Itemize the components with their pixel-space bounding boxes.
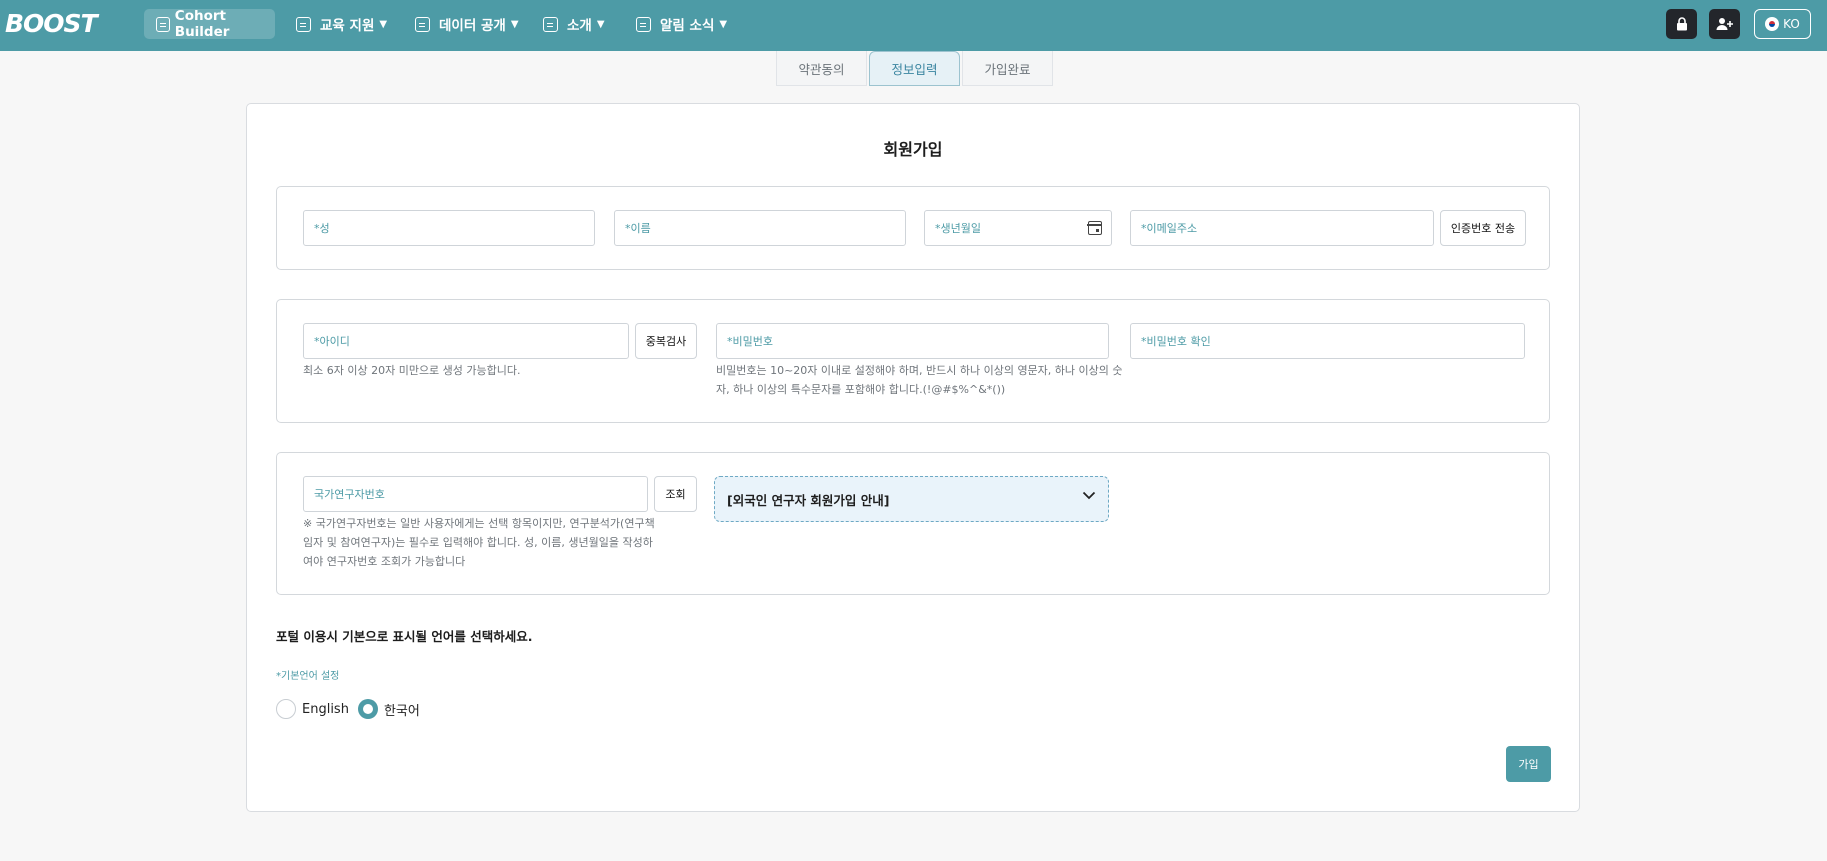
chevron-down-icon: ▼ [379, 18, 388, 30]
password-confirm-field[interactable]: *비밀번호 확인 [1130, 323, 1525, 359]
radio-korean-label[interactable]: 한국어 [384, 700, 420, 719]
first-name-field[interactable]: *이름 [614, 210, 906, 246]
researcher-hint-line1: ※ 국가연구자번호는 일반 사용자에게는 선택 항목이지만, 연구분석가(연구책 [303, 517, 655, 530]
radio-english[interactable] [276, 699, 296, 719]
nav-menu-news-label: 알림 소식 [660, 18, 715, 34]
chart-icon [543, 16, 558, 32]
chevron-down-icon: ▼ [510, 18, 519, 30]
step-terms: 약관동의 [776, 51, 867, 86]
cohort-icon [156, 16, 170, 32]
nav-cohort-label: Cohort Builder [174, 8, 230, 40]
data-icon [415, 16, 430, 32]
nav-menu-news[interactable]: 알림 소식 ▼ [636, 9, 727, 39]
page-title: 회원가입 [883, 140, 943, 159]
signup-steps: 약관동의 정보입력 가입완료 [776, 51, 1053, 86]
education-icon [296, 16, 311, 32]
radio-korean[interactable] [357, 699, 378, 719]
password-hint-line2: 자, 하나 이상의 특수문자를 포함해야 합니다.(!@#$%^&*()) [716, 383, 1006, 396]
step-info: 정보입력 [869, 51, 960, 86]
last-name-field[interactable]: *성 [303, 210, 595, 246]
language-setting-label: *기본언어 설정 [276, 671, 340, 682]
email-field[interactable]: *이메일주소 [1130, 210, 1434, 246]
password-field[interactable]: *비밀번호 [716, 323, 1109, 359]
foreign-guide-label: [외국인 연구자 회원가입 안내] [727, 492, 890, 508]
nav-menu-about-label: 소개 [567, 18, 592, 34]
birth-date-placeholder: *생년월일 [935, 222, 981, 235]
nav-menu-data-label: 데이터 공개 [439, 18, 506, 34]
password-hint: 비밀번호는 10~20자 이내로 설정해야 하며, 반드시 하나 이상의 영문자… [716, 361, 1136, 399]
foreign-researcher-guide-toggle[interactable]: [외국인 연구자 회원가입 안내] [714, 476, 1109, 522]
signup-card: 회원가입 *성 *이름 *생년월일 *이메일주소 인증번호 전송 *아이디 중복… [246, 103, 1580, 812]
nav-menu-about[interactable]: 소개 ▼ [543, 9, 605, 39]
language-question: 포털 이용시 기본으로 표시될 언어를 선택하세요. [276, 629, 533, 644]
login-button[interactable] [1666, 9, 1697, 39]
account-section: *아이디 중복검사 최소 6자 이상 20자 미만으로 생성 가능합니다. *비… [276, 299, 1550, 423]
researcher-hint: ※ 국가연구자번호는 일반 사용자에게는 선택 항목이지만, 연구분석가(연구책… [303, 514, 683, 571]
step-complete: 가입완료 [962, 51, 1053, 86]
nav-menu-education[interactable]: 교육 지원 ▼ [296, 9, 387, 39]
add-user-icon [1716, 18, 1733, 30]
boost-logo[interactable]: BOOST [5, 11, 101, 37]
nav-menu-education-label: 교육 지원 [320, 18, 375, 34]
password-hint-line1: 비밀번호는 10~20자 이내로 설정해야 하며, 반드시 하나 이상의 영문자… [716, 364, 1123, 377]
personal-info-section: *성 *이름 *생년월일 *이메일주소 인증번호 전송 [276, 186, 1550, 270]
birth-date-field[interactable]: *생년월일 [924, 210, 1112, 246]
top-navbar: BOOST Cohort Builder 교육 지원 ▼ 데이터 공개 ▼ 소개… [0, 0, 1827, 51]
nav-menu-data[interactable]: 데이터 공개 ▼ [415, 9, 519, 39]
researcher-section: 국가연구자번호 조회 ※ 국가연구자번호는 일반 사용자에게는 선택 항목이지만… [276, 452, 1550, 595]
user-id-field[interactable]: *아이디 [303, 323, 629, 359]
chevron-down-icon [1082, 491, 1096, 500]
language-radio-group: English 한국어 [276, 699, 429, 719]
researcher-hint-line3: 여야 연구자번호 조회가 가능합니다 [303, 555, 466, 568]
language-switch-button[interactable]: KO [1754, 9, 1811, 39]
chart-icon [636, 16, 651, 32]
researcher-hint-line2: 임자 및 참여연구자)는 필수로 입력해야 합니다. 성, 이름, 생년월일을 … [303, 536, 653, 549]
researcher-lookup-button[interactable]: 조회 [654, 476, 697, 512]
calendar-icon[interactable] [1087, 221, 1102, 235]
lock-icon [1676, 17, 1687, 31]
nav-cohort-builder[interactable]: Cohort Builder [144, 8, 275, 40]
korea-flag-icon [1765, 17, 1780, 31]
language-code: KO [1783, 17, 1800, 31]
chevron-down-icon: ▼ [719, 18, 728, 30]
radio-english-label[interactable]: English [302, 702, 349, 717]
user-id-hint: 최소 6자 이상 20자 미만으로 생성 가능합니다. [303, 364, 521, 377]
duplicate-check-button[interactable]: 중복검사 [635, 323, 697, 359]
researcher-id-field[interactable]: 국가연구자번호 [303, 476, 648, 512]
chevron-down-icon: ▼ [596, 18, 605, 30]
send-code-button[interactable]: 인증번호 전송 [1440, 210, 1526, 246]
signup-submit-button[interactable]: 가입 [1506, 746, 1551, 782]
signup-button[interactable] [1709, 9, 1740, 39]
